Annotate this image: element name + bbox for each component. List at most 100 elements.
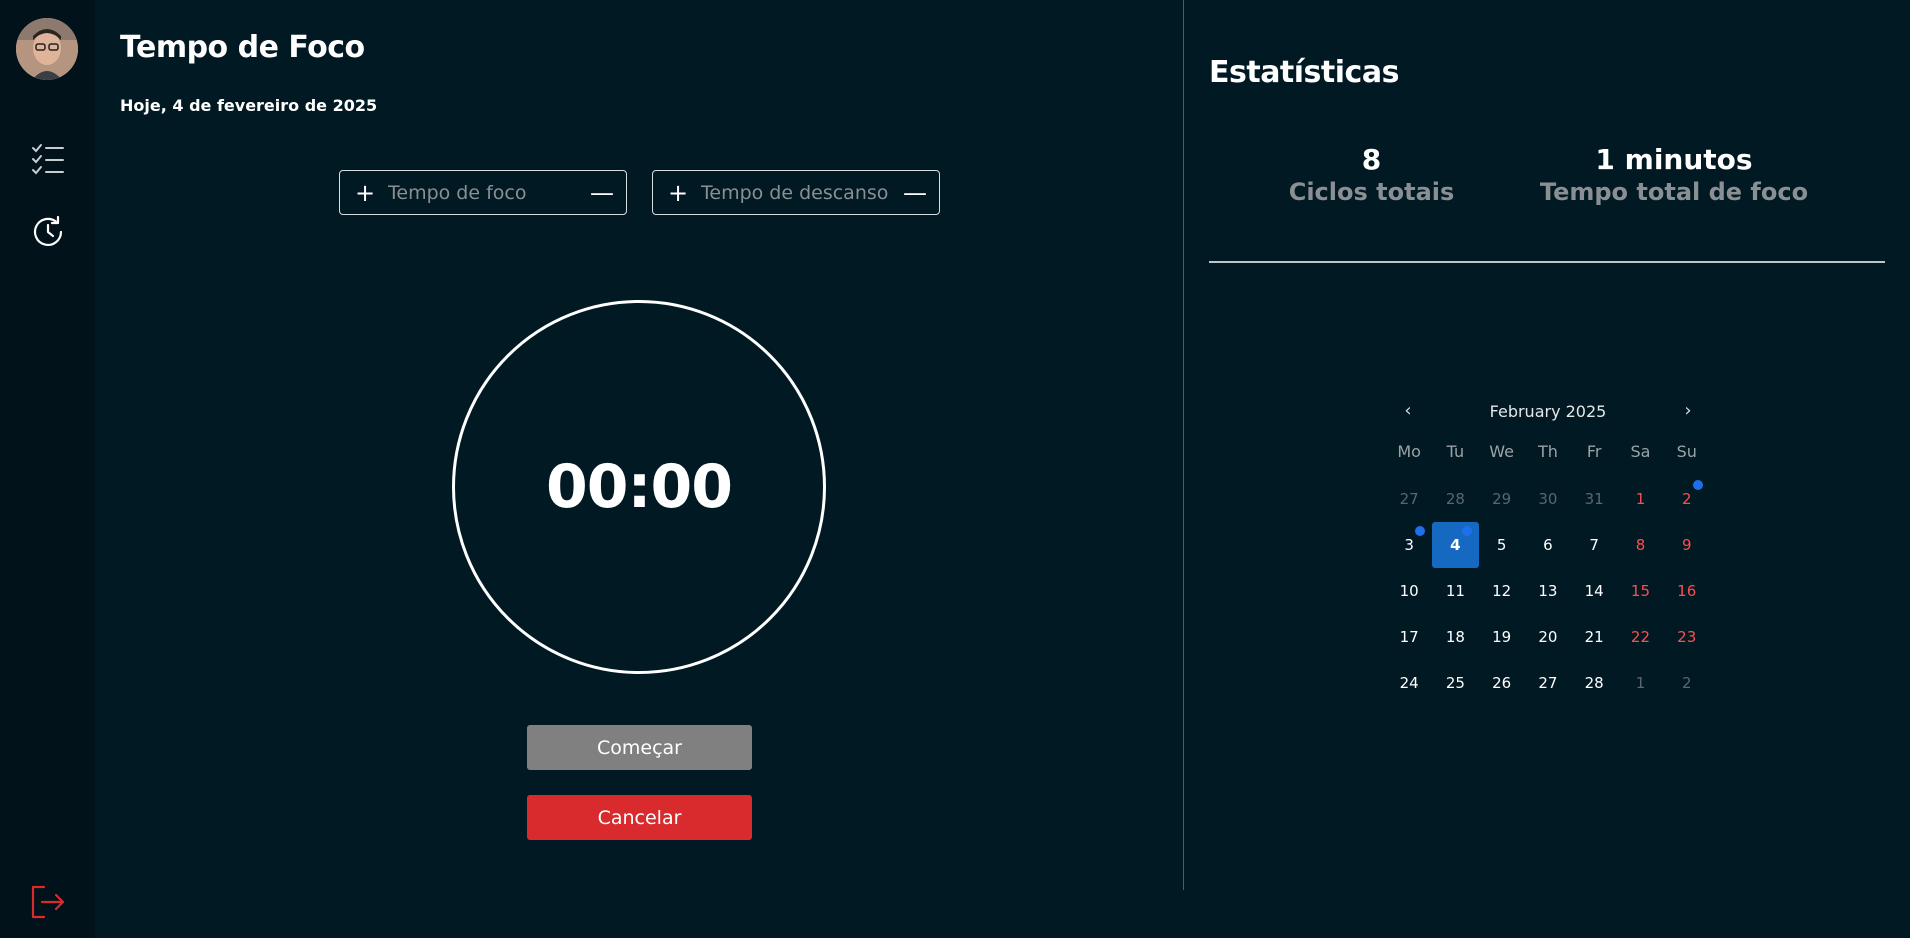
decrease-focus-button[interactable]: — — [590, 181, 614, 205]
calendar-day[interactable]: 12 — [1479, 568, 1525, 614]
calendar-day[interactable]: 24 — [1386, 660, 1432, 706]
calendar-day[interactable]: 28 — [1571, 660, 1617, 706]
calendar-day[interactable]: 22 — [1617, 614, 1663, 660]
calendar-day[interactable]: 23 — [1664, 614, 1710, 660]
calendar-day[interactable]: 31 — [1571, 476, 1617, 522]
calendar-day-label: 18 — [1445, 628, 1465, 646]
calendar-day-label: 17 — [1399, 628, 1419, 646]
calendar-day-label: 15 — [1630, 582, 1650, 600]
calendar-day-label: 4 — [1450, 536, 1461, 554]
calendar-day[interactable]: 19 — [1479, 614, 1525, 660]
logout-icon[interactable] — [30, 884, 66, 920]
calendar-day-label: 28 — [1584, 674, 1604, 692]
weekday-label: Tu — [1446, 442, 1465, 461]
calendar-day-label: 27 — [1399, 490, 1419, 508]
calendar-day-label: 7 — [1589, 536, 1599, 554]
calendar-day-label: 23 — [1677, 628, 1697, 646]
calendar-day[interactable]: 2 — [1664, 476, 1710, 522]
calendar-day-label: 10 — [1399, 582, 1419, 600]
calendar-day[interactable]: 27 — [1525, 660, 1571, 706]
cancel-button[interactable]: Cancelar — [527, 795, 752, 840]
calendar-day[interactable]: 29 — [1479, 476, 1525, 522]
calendar-day[interactable]: 13 — [1525, 568, 1571, 614]
focus-time-input[interactable] — [376, 181, 590, 204]
calendar-day[interactable]: 5 — [1479, 522, 1525, 568]
rest-time-stepper: + — — [652, 170, 940, 215]
calendar-day[interactable]: 18 — [1432, 614, 1478, 660]
calendar-day-selected[interactable]: 4 — [1432, 522, 1479, 568]
calendar-day[interactable]: 2 — [1664, 660, 1710, 706]
calendar-day[interactable]: 8 — [1617, 522, 1663, 568]
statistics-title: Estatísticas — [1209, 55, 1399, 90]
calendar-day-label: 26 — [1492, 674, 1512, 692]
calendar-day[interactable]: 16 — [1664, 568, 1710, 614]
weekday-label: Mo — [1397, 442, 1421, 461]
calendar-day-label: 20 — [1538, 628, 1558, 646]
calendar-day[interactable]: 9 — [1664, 522, 1710, 568]
calendar-day[interactable]: 27 — [1386, 476, 1432, 522]
history-icon[interactable] — [30, 214, 66, 250]
calendar-day-label: 6 — [1543, 536, 1553, 554]
sidebar — [0, 0, 95, 938]
calendar-day[interactable]: 30 — [1525, 476, 1571, 522]
decrease-rest-button[interactable]: — — [903, 181, 927, 205]
calendar-day[interactable]: 1 — [1617, 660, 1663, 706]
calendar-day[interactable]: 17 — [1386, 614, 1432, 660]
calendar-day-label: 31 — [1584, 490, 1604, 508]
start-button[interactable]: Começar — [527, 725, 752, 770]
calendar-day[interactable]: 6 — [1525, 522, 1571, 568]
calendar-day[interactable]: 10 — [1386, 568, 1432, 614]
calendar-grid: 27 28 29 30 31 1 2 3 4 5 6 7 8 9 10 11 12 13 14 15 16 17 18 19 2… — [1386, 476, 1710, 706]
session-indicator-dot — [1461, 526, 1472, 536]
session-indicator-dot — [1692, 480, 1703, 490]
calendar: ‹ February 2025 › Mo Tu We Th Fr Sa Su 27 28 29 3… — [1386, 394, 1710, 706]
stats-divider — [1209, 261, 1885, 263]
calendar-day[interactable]: 26 — [1479, 660, 1525, 706]
timer-circle: 00:00 — [452, 300, 826, 674]
weekday-label: We — [1489, 442, 1515, 461]
calendar-header: ‹ February 2025 › — [1386, 394, 1710, 428]
avatar-image — [16, 18, 78, 80]
calendar-day[interactable]: 20 — [1525, 614, 1571, 660]
total-cycles-label: Ciclos totais — [1288, 178, 1455, 206]
weekday-label: Th — [1537, 442, 1558, 461]
calendar-day[interactable]: 14 — [1571, 568, 1617, 614]
calendar-day[interactable]: 28 — [1432, 476, 1478, 522]
increase-focus-button[interactable]: + — [354, 181, 376, 205]
focus-time-stepper: + — — [339, 170, 627, 215]
calendar-day-label: 5 — [1496, 536, 1507, 554]
calendar-day[interactable]: 11 — [1432, 568, 1478, 614]
calendar-day[interactable]: 3 — [1386, 522, 1432, 568]
checklist-icon[interactable] — [30, 142, 66, 178]
calendar-day-label: 28 — [1445, 490, 1465, 508]
rest-time-input[interactable] — [689, 181, 903, 204]
calendar-day-label: 8 — [1635, 536, 1646, 554]
next-month-button[interactable]: › — [1673, 396, 1703, 426]
calendar-day[interactable]: 1 — [1617, 476, 1663, 522]
page-title: Tempo de Foco — [120, 30, 365, 65]
calendar-day-label: 29 — [1492, 490, 1512, 508]
calendar-day-label: 2 — [1681, 490, 1692, 508]
calendar-day-label: 22 — [1630, 628, 1650, 646]
total-focus-value: 1 minutos — [1595, 143, 1753, 176]
calendar-day-label: 13 — [1538, 582, 1558, 600]
calendar-day-label: 14 — [1584, 582, 1604, 600]
total-cycles-value: 8 — [1361, 143, 1382, 176]
calendar-day[interactable]: 25 — [1432, 660, 1478, 706]
calendar-day[interactable]: 7 — [1571, 522, 1617, 568]
timer-display: 00:00 — [546, 452, 733, 522]
calendar-day[interactable]: 15 — [1617, 568, 1663, 614]
calendar-day-label: 27 — [1538, 674, 1558, 692]
timer-panel: Tempo de Foco Hoje, 4 de fevereiro de 20… — [95, 0, 1183, 938]
date-line: Hoje, 4 de fevereiro de 2025 — [120, 96, 378, 115]
increase-rest-button[interactable]: + — [667, 181, 689, 205]
weekday-label: Sa — [1630, 442, 1651, 461]
calendar-day[interactable]: 21 — [1571, 614, 1617, 660]
total-focus-stat: 1 minutos Tempo total de foco — [1524, 143, 1824, 206]
calendar-day-label: 25 — [1445, 674, 1465, 692]
avatar[interactable] — [16, 18, 78, 80]
calendar-month-label: February 2025 — [1489, 402, 1607, 421]
calendar-day-label: 16 — [1677, 582, 1697, 600]
calendar-day-label: 3 — [1404, 536, 1414, 554]
total-cycles-stat: 8 Ciclos totais — [1274, 143, 1469, 206]
